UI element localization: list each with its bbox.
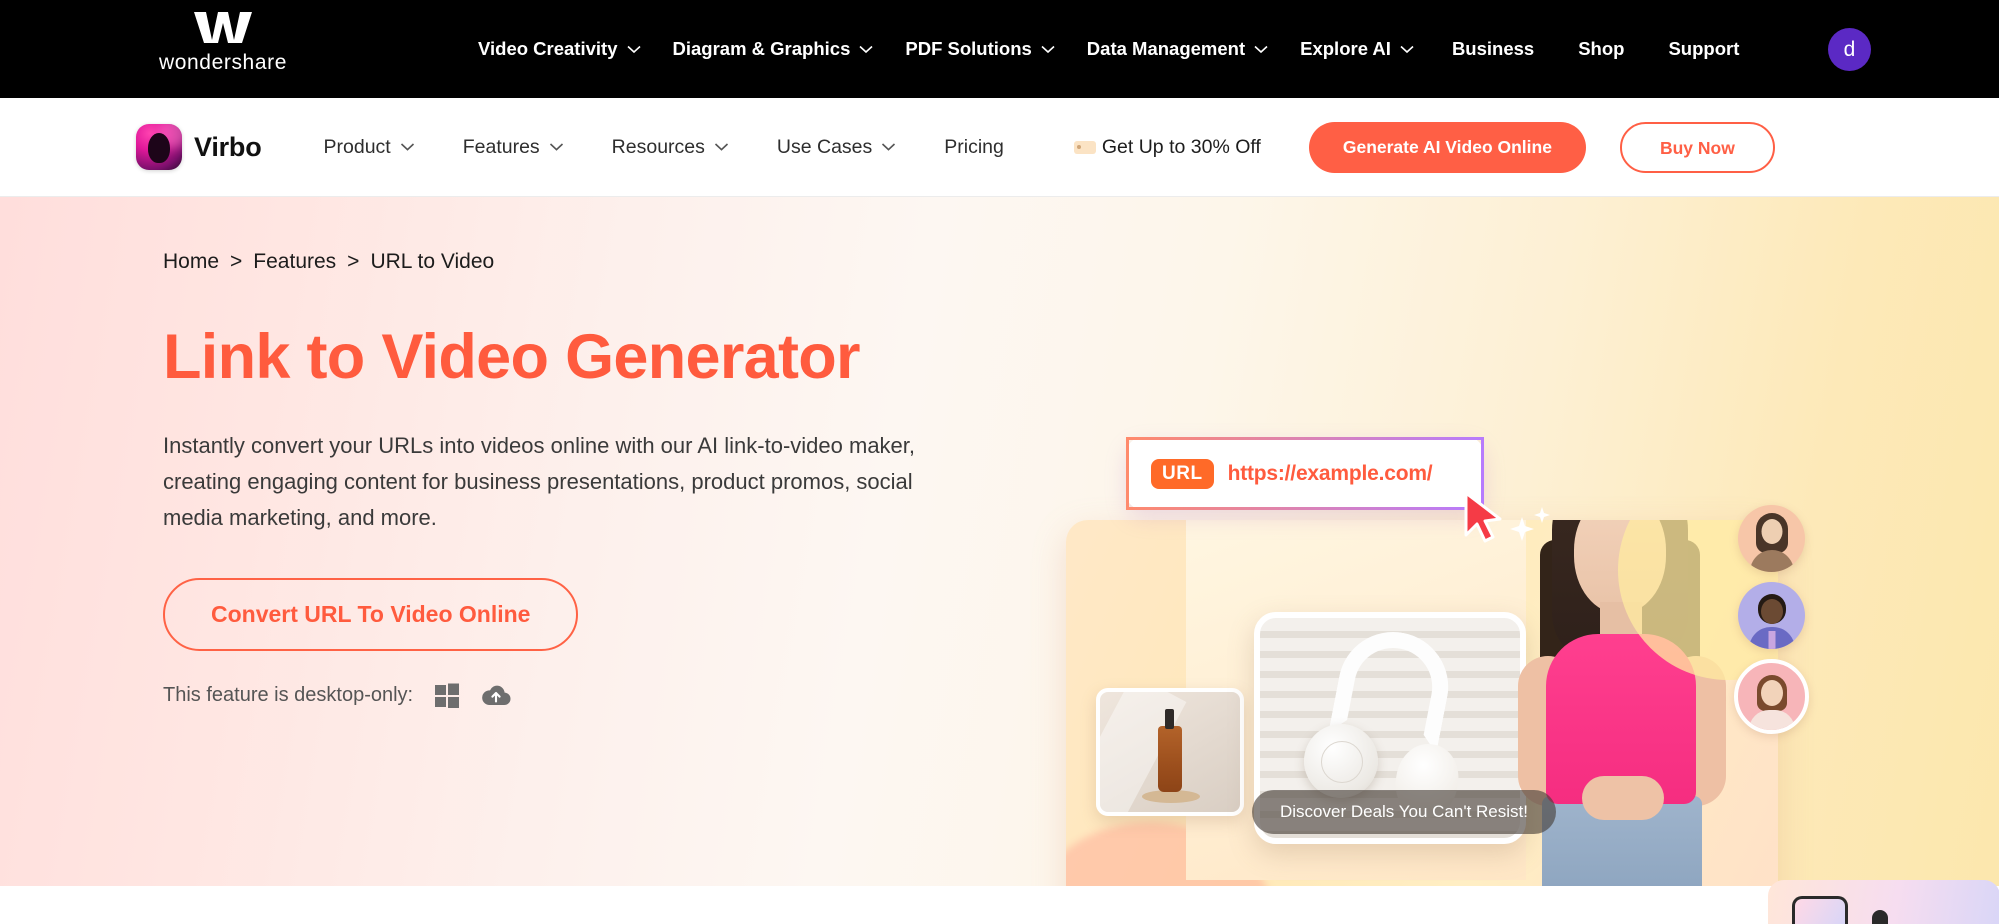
breadcrumb-features[interactable]: Features [253,250,336,274]
subnav-item-pricing[interactable]: Pricing [920,136,1028,159]
subnav-label: Resources [611,135,705,158]
wondershare-wordmark: wondershare [158,51,287,74]
avatar-body [1748,710,1795,730]
avatar-initial: d [1843,37,1856,61]
product-navbar: Virbo Product Features Resources Use Cas… [0,98,1999,197]
avatar-face [1760,680,1783,706]
topnav-label: Shop [1578,38,1625,59]
topnav-item-video-creativity[interactable]: Video Creativity [462,38,657,60]
topnav-item-support[interactable]: Support [1646,38,1761,60]
topnav-item-explore-ai[interactable]: Explore AI [1284,38,1430,60]
breadcrumb-separator: > [230,250,243,273]
global-nav-items: Video Creativity Diagram & Graphics PDF … [462,0,1761,98]
topnav-label: Video Creativity [478,38,618,59]
hero-section: Home > Features > URL to Video Link to V… [0,197,1999,924]
user-account-avatar[interactable]: d [1828,28,1871,71]
topnav-label: Explore AI [1300,38,1391,59]
peek-card-figure [1872,910,1888,924]
avatar-option-2[interactable] [1738,582,1805,649]
subnav-item-resources[interactable]: Resources [588,136,753,159]
avatar-face [1761,519,1782,544]
subnav-label: Use Cases [776,135,873,158]
video-preview-panel: Discover Deals You Can't Resist! [1066,520,1778,924]
topnav-item-shop[interactable]: Shop [1556,38,1646,60]
avatar-face [1760,599,1783,624]
virbo-brand-link[interactable]: Virbo [136,124,262,170]
desktop-only-note: This feature is desktop-only: [163,681,1023,709]
headphone-left-cup [1304,724,1378,798]
topnav-label: Support [1668,38,1740,59]
topnav-label: Diagram & Graphics [672,38,851,59]
breadcrumb-separator: > [347,250,360,273]
generate-ai-video-online-button[interactable]: Generate AI Video Online [1308,121,1586,173]
topnav-label: PDF Solutions [905,38,1032,59]
chevron-down-icon [1400,45,1414,54]
chevron-down-icon [626,45,641,54]
price-tag-icon [1073,140,1096,154]
subnav-label: Pricing [944,135,1004,158]
sparkle-icon [1510,507,1550,541]
ai-presenter-avatar [1496,520,1766,914]
buy-now-button[interactable]: Buy Now [1619,121,1775,173]
breadcrumb-current: URL to Video [370,250,495,273]
convert-url-to-video-online-button[interactable]: Convert URL To Video Online [163,578,579,652]
topnav-label: Business [1451,38,1535,59]
windows-icon[interactable] [433,681,461,709]
chevron-down-icon [859,45,873,54]
chevron-down-icon [1041,45,1055,54]
breadcrumb-home[interactable]: Home [163,250,219,274]
wondershare-mark-icon [194,12,252,43]
wondershare-logo[interactable]: wondershare [158,10,288,75]
product-nav-items: Product Features Resources Use Cases Pri… [300,136,1028,159]
subnav-item-product[interactable]: Product [300,136,439,159]
avatar-body [1749,550,1794,572]
page-fold-spacer [0,886,1999,924]
promo-banner-link[interactable]: Get Up to 30% Off [1073,135,1261,159]
subnav-item-use-cases[interactable]: Use Cases [753,136,920,159]
chevron-down-icon [714,142,729,152]
desktop-only-label: This feature is desktop-only: [163,683,414,706]
avatar-option-1[interactable] [1738,505,1805,572]
virbo-logo-icon [136,124,182,170]
avatar-selector-rail [1734,505,1809,734]
page-title: Link to Video Generator [163,322,861,392]
hero-illustration: Discover Deals You Can't Resist! URL htt… [1010,437,1810,924]
url-input-bubble[interactable]: URL https://example.com/ [1126,437,1484,510]
product-card-serum [1096,688,1244,816]
avatar-necktie [1768,631,1775,649]
promo-label: Get Up to 30% Off [1101,135,1261,158]
subnav-item-features[interactable]: Features [439,136,588,159]
peek-card-screen [1792,896,1848,924]
serum-dropper-cap [1165,709,1174,729]
topnav-label: Data Management [1086,38,1246,59]
floating-feature-card-peek[interactable] [1768,880,1999,924]
subnav-label: Product [323,135,391,158]
presenter-hands [1582,776,1664,820]
topnav-item-pdf-solutions[interactable]: PDF Solutions [889,38,1070,60]
topnav-item-data-management[interactable]: Data Management [1071,38,1284,60]
serum-bottle [1158,726,1182,792]
subnav-label: Features [462,135,540,158]
virbo-product-name: Virbo [194,131,262,162]
hero-description: Instantly convert your URLs into videos … [163,433,916,530]
chevron-down-icon [400,142,415,152]
global-top-navbar: wondershare Video Creativity Diagram & G… [0,0,1999,98]
chevron-down-icon [549,142,564,152]
video-caption-overlay: Discover Deals You Can't Resist! [1252,790,1556,834]
avatar-option-3[interactable] [1734,659,1809,734]
url-value-text: https://example.com/ [1227,461,1433,485]
cloud-download-icon[interactable] [481,682,511,708]
mouse-cursor-icon [1464,491,1502,543]
breadcrumb: Home > Features > URL to Video [163,250,1023,274]
topnav-item-diagram-graphics[interactable]: Diagram & Graphics [657,38,890,60]
topnav-item-business[interactable]: Business [1430,38,1556,60]
chevron-down-icon [881,142,896,152]
url-badge-label: URL [1151,458,1214,489]
chevron-down-icon [1254,45,1268,54]
hero-content: Home > Features > URL to Video Link to V… [163,250,1023,709]
